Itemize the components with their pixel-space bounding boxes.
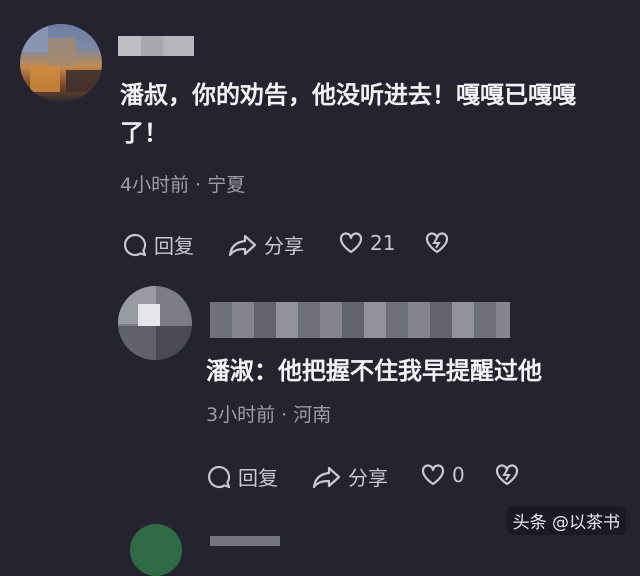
share-arrow-icon (312, 466, 341, 488)
broken-heart-icon (425, 232, 449, 254)
comment-bubble-icon (124, 233, 147, 256)
reply-button[interactable]: 回复 (122, 230, 194, 259)
dislike-button[interactable] (424, 230, 450, 256)
share-label: 分享 (348, 466, 388, 490)
reply-label: 回复 (154, 234, 194, 258)
reply-button-2[interactable]: 回复 (206, 462, 278, 491)
share-label: 分享 (264, 234, 304, 258)
heart-icon (421, 464, 445, 486)
reply-name-blurred[interactable] (210, 302, 510, 338)
dislike-button-2[interactable] (494, 462, 520, 488)
commenter-name-blurred[interactable] (118, 36, 194, 56)
like-button[interactable]: 21 (338, 230, 395, 256)
broken-heart-icon (495, 464, 519, 486)
next-commenter-name-blurred[interactable] (210, 536, 280, 546)
like-button-2[interactable]: 0 (420, 462, 465, 488)
share-button-2[interactable]: 分享 (312, 462, 388, 491)
reply-avatar[interactable] (118, 286, 192, 360)
next-commenter-avatar[interactable] (130, 524, 182, 576)
heart-icon (339, 232, 363, 254)
comment-text: 潘叔，你的劝告，他没听进去！嘎嘎已嘎嘎了！ (120, 81, 576, 147)
source-watermark: 头条 @以茶书 (506, 506, 626, 535)
commenter-avatar[interactable] (20, 24, 102, 102)
comment-bubble-icon (208, 465, 231, 488)
comment-meta: 4小时前 · 宁夏 (120, 174, 246, 196)
like-count: 0 (452, 463, 465, 487)
reply-label: 回复 (238, 466, 278, 490)
reply-text: 潘淑：他把握不住我早提醒过他 (206, 357, 542, 385)
share-arrow-icon (228, 234, 257, 256)
like-count: 21 (370, 231, 396, 255)
reply-meta: 3小时前 · 河南 (206, 404, 332, 426)
share-button[interactable]: 分享 (228, 230, 304, 259)
